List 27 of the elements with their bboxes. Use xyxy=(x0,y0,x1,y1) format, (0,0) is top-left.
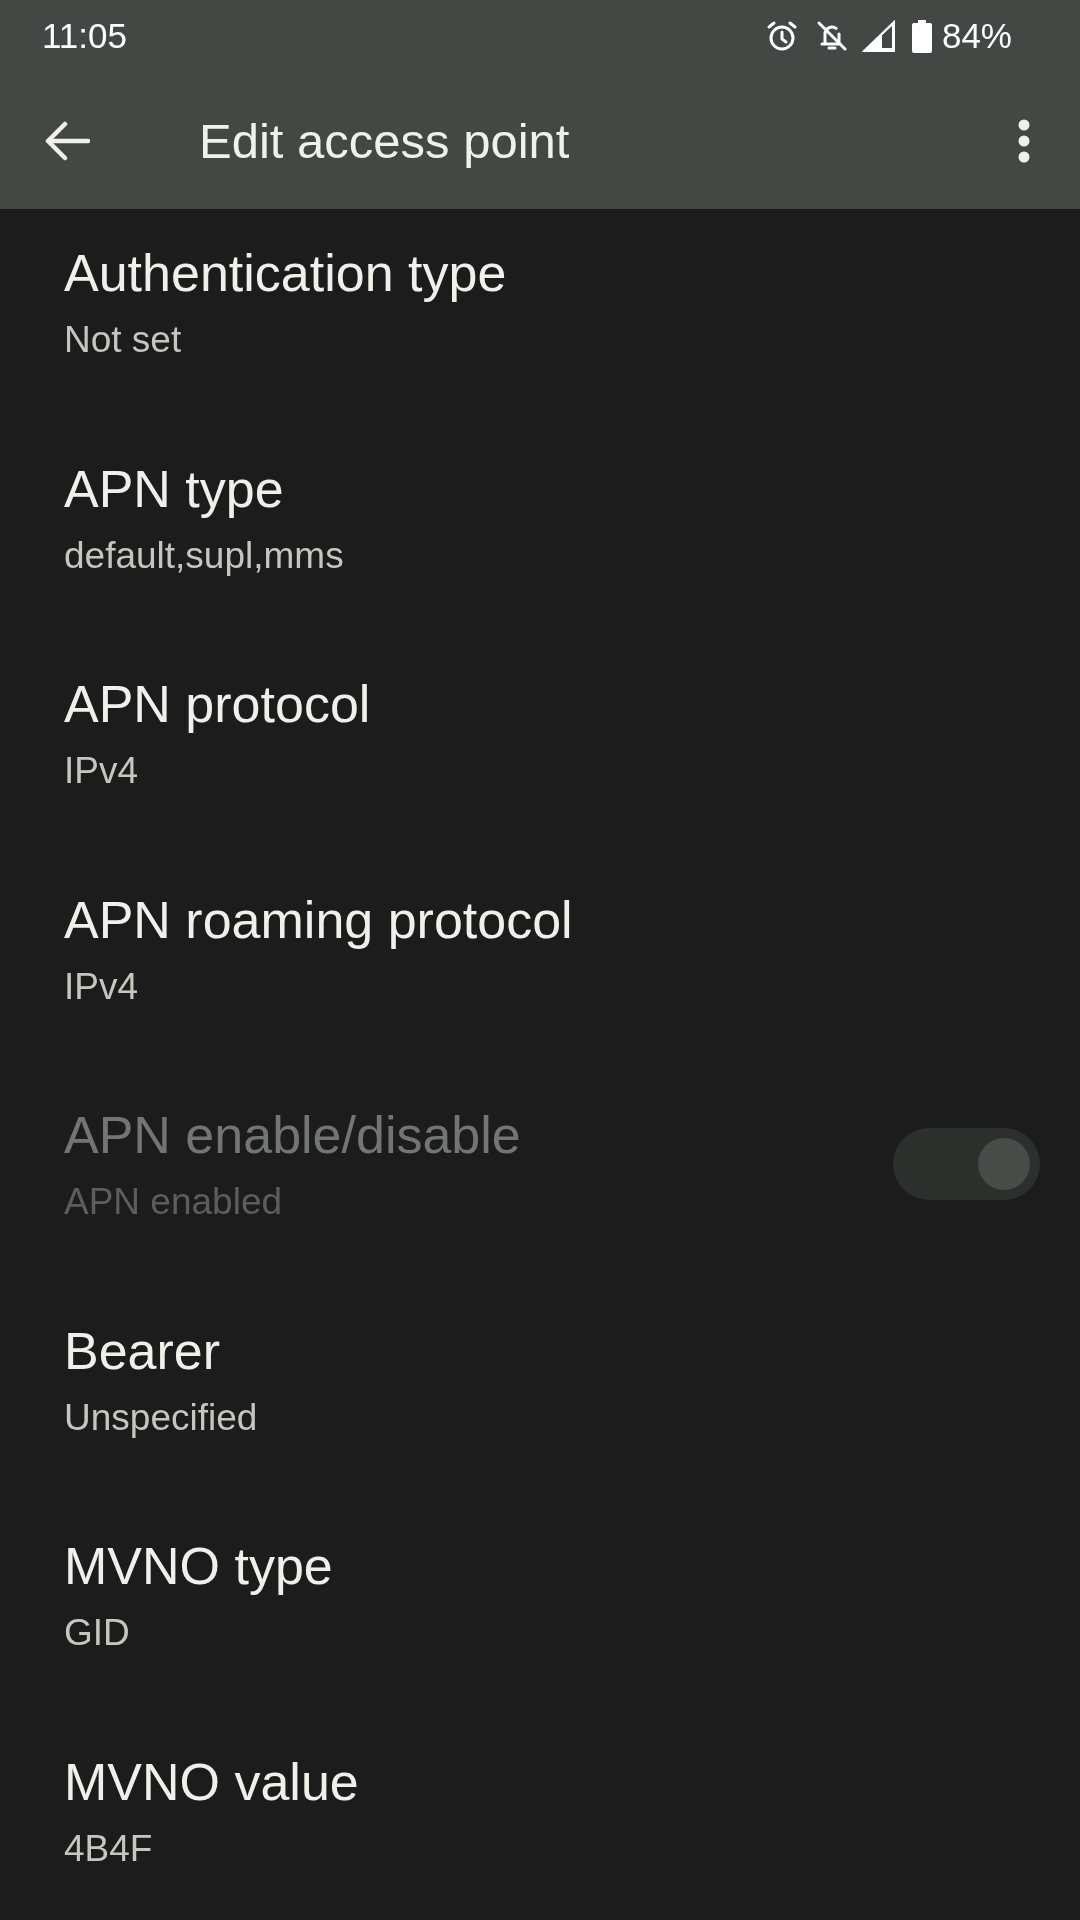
status-time: 11:05 xyxy=(42,16,127,56)
setting-value: GID xyxy=(64,1611,131,1655)
alarm-clock-icon xyxy=(765,20,798,52)
setting-title: APN enable/disable xyxy=(64,1105,522,1166)
more-options-icon xyxy=(1018,118,1030,163)
signal-icon xyxy=(861,20,896,52)
setting-title[interactable]: APN protocol xyxy=(64,672,1040,736)
toolbar-title: Edit access point xyxy=(199,112,571,170)
more-options-button[interactable] xyxy=(1018,118,1030,163)
setting-value: 4B4F xyxy=(64,1826,154,1871)
back-button[interactable] xyxy=(44,120,90,161)
battery-percent: 84% xyxy=(941,16,1012,56)
setting-value: Not set xyxy=(64,318,183,362)
setting-title[interactable]: APN type xyxy=(64,456,1040,521)
setting-title[interactable]: MVNO value xyxy=(64,1749,1040,1814)
setting-value: IPv4 xyxy=(64,964,140,1009)
setting-value: APN enabled xyxy=(64,1180,284,1224)
setting-title[interactable]: Bearer xyxy=(64,1318,1040,1383)
battery-icon xyxy=(911,19,932,53)
setting-title[interactable]: Authentication type xyxy=(64,241,1040,305)
setting-value: Unspecified xyxy=(64,1395,259,1440)
setting-value: default,supl,mms xyxy=(64,533,345,578)
setting-title[interactable]: MVNO type xyxy=(64,1534,1040,1598)
muted-bell-icon xyxy=(815,20,848,52)
back-arrow-icon xyxy=(44,120,90,161)
setting-value: IPv4 xyxy=(64,749,140,793)
setting-title[interactable]: APN roaming protocol xyxy=(64,887,1040,952)
